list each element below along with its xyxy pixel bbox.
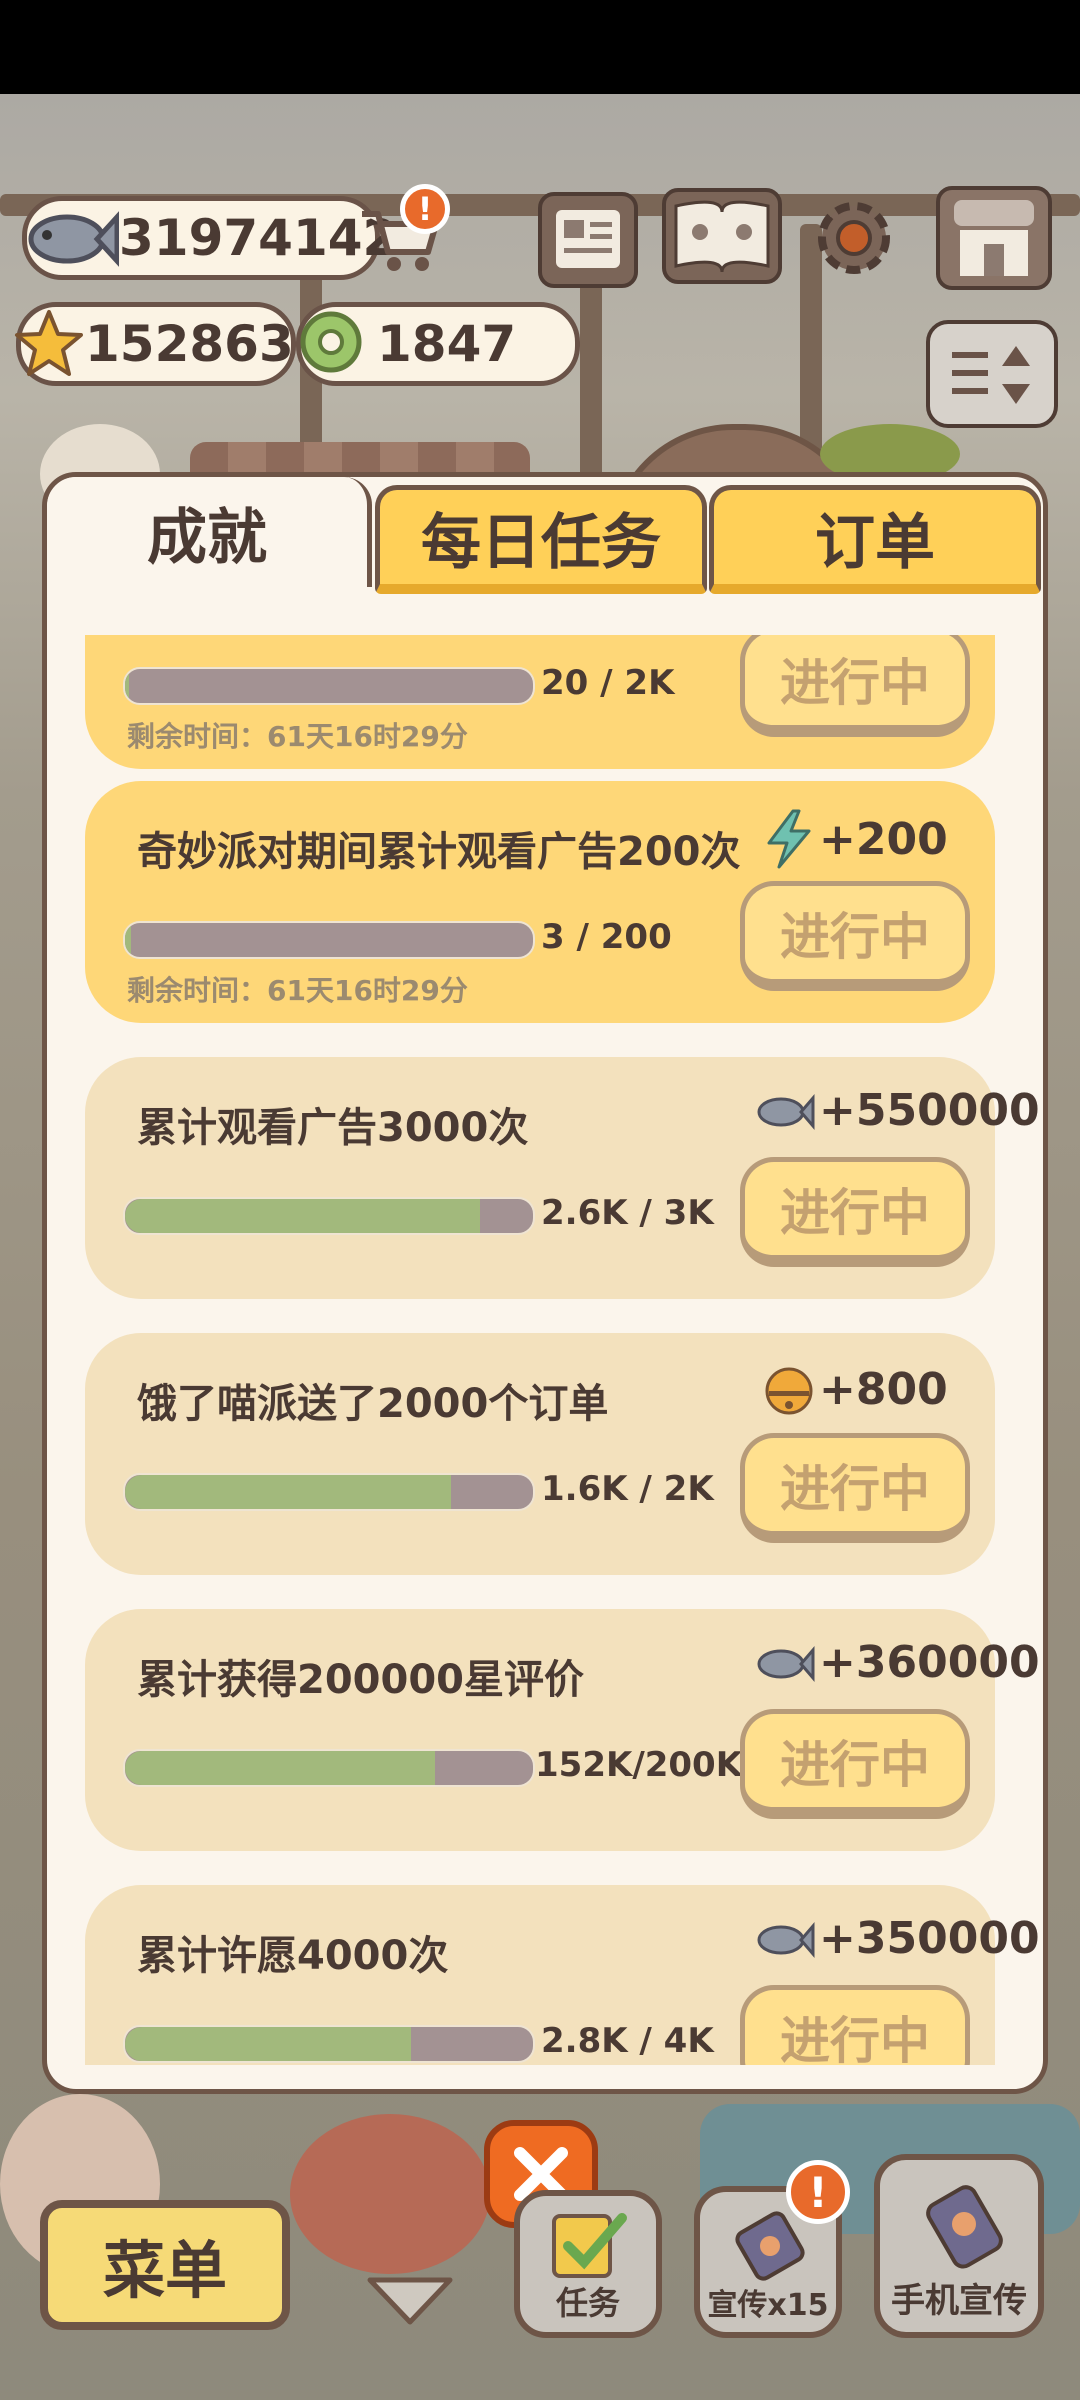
fish-icon: [757, 1093, 815, 1130]
menu-button[interactable]: 菜单: [40, 2200, 290, 2330]
progress-bar: [123, 2025, 535, 2063]
status-bar: [0, 0, 1080, 94]
reward: +360000: [755, 1637, 1040, 1688]
alert-badge-icon: !: [786, 2160, 850, 2224]
achievement-title: 累计观看广告3000次: [137, 1105, 529, 1151]
shop-cart-button[interactable]: !: [356, 184, 450, 276]
book-icon: [674, 200, 770, 273]
progress-fill: [125, 1475, 452, 1509]
settings-button[interactable]: [808, 192, 900, 284]
status-button[interactable]: 进行中: [740, 635, 970, 737]
progress-fill: [125, 1199, 480, 1233]
promote-label: 宣传x15: [707, 2288, 829, 2323]
sort-toggle-button[interactable]: [926, 320, 1058, 428]
progress-bar: [123, 1473, 535, 1511]
achievement-title: 饿了喵派送了2000个订单: [137, 1381, 609, 1427]
tab-achievements[interactable]: 成就: [47, 477, 372, 587]
phone-promote-button[interactable]: 手机宣传: [874, 2154, 1044, 2338]
reward: +350000: [755, 1913, 1040, 1964]
cake-decoration: [290, 2114, 490, 2274]
status-button[interactable]: 进行中: [740, 881, 970, 991]
bell-icon: [765, 1367, 813, 1415]
phone-icon: [926, 2185, 1003, 2269]
catbook-button[interactable]: [662, 188, 782, 284]
fish-icon: [23, 203, 119, 273]
phone-promote-label: 手机宣传: [891, 2281, 1027, 2321]
reward: +550000: [755, 1085, 1040, 1136]
remaining-time: 剩余时间：61天16时29分: [127, 974, 468, 1007]
star-icon: [13, 308, 85, 380]
achievement-card: 累计许愿4000次 +350000 2.8K / 4K 进行中: [85, 1885, 1040, 2065]
checklist-icon: [552, 2213, 627, 2278]
status-button[interactable]: 进行中: [740, 1985, 970, 2065]
alert-badge-icon: !: [400, 184, 450, 234]
achievement-card: 累计观看广告3000次 +550000 2.6K / 3K 进行中: [85, 1057, 1040, 1299]
reward-amount: +550000: [819, 1085, 1040, 1136]
progress-bar: [123, 1197, 535, 1235]
gem-amount: 1847: [377, 315, 517, 373]
progress-fill: [125, 669, 130, 703]
reward-amount: +360000: [819, 1637, 1040, 1688]
task-button[interactable]: 任务: [514, 2190, 662, 2338]
status-button[interactable]: 进行中: [740, 1709, 970, 1819]
fish-currency: 31974142: [22, 196, 397, 280]
reward: +200: [763, 809, 948, 869]
remaining-time: 剩余时间：61天16时29分: [127, 720, 468, 753]
newspaper-icon: [556, 210, 620, 268]
status-button[interactable]: 进行中: [740, 1433, 970, 1543]
achievement-title: 累计许愿4000次: [137, 1933, 449, 1979]
lightning-icon: [767, 809, 811, 869]
status-button[interactable]: 进行中: [740, 1157, 970, 1267]
achievement-card: 奇妙派对期间累计观看广告200次 +200 3 / 200 剩余时间：61天16…: [85, 781, 995, 1023]
achievement-card: 20 / 2K 剩余时间：61天16时29分 进行中: [85, 635, 995, 769]
achievement-title: 奇妙派对期间累计观看广告200次: [137, 829, 741, 875]
progress-bar: [123, 921, 535, 959]
store-button[interactable]: [936, 186, 1052, 290]
progress-bar: [123, 667, 535, 705]
progress-fill: [125, 2027, 411, 2061]
store-icon: [954, 200, 1034, 276]
progress-bar: [123, 1749, 535, 1787]
gear-icon: [818, 202, 890, 274]
star-amount: 152863.: [85, 315, 313, 373]
sort-icon: [952, 346, 1030, 404]
achievement-list[interactable]: 20 / 2K 剩余时间：61天16时29分 进行中 奇妙派对期间累计观看广告2…: [47, 635, 1043, 2065]
reward-amount: +350000: [819, 1913, 1040, 1964]
achievement-panel: 成就 每日任务 订单 20 / 2K 剩余时间：61天16时29分 进行中 奇妙…: [42, 472, 1048, 2094]
reward-amount: +800: [819, 1363, 948, 1415]
fish-icon: [757, 1645, 815, 1682]
achievement-title: 累计获得200000星评价: [137, 1657, 584, 1703]
flyer-icon: [735, 2211, 805, 2281]
collapse-arrow-button[interactable]: [360, 2270, 460, 2330]
chevron-down-icon: [367, 2277, 453, 2325]
newspaper-button[interactable]: [538, 192, 638, 288]
progress-fill: [125, 923, 132, 957]
achievement-card: 饿了喵派送了2000个订单 +800 1.6K / 2K 进行中: [85, 1333, 995, 1575]
gem-currency: 1847: [296, 302, 580, 386]
fish-icon: [757, 1921, 815, 1958]
achievement-card: 累计获得200000星评价 +360000 152K/200K 进行中: [85, 1609, 1040, 1851]
tab-orders[interactable]: 订单: [709, 485, 1041, 594]
progress-fill: [125, 1751, 436, 1785]
star-currency: 152863.: [13, 302, 313, 386]
reward-amount: +200: [819, 813, 948, 865]
reward: +800: [763, 1361, 948, 1417]
jade-ring-icon: [295, 306, 367, 382]
tab-daily-tasks[interactable]: 每日任务: [375, 485, 707, 594]
